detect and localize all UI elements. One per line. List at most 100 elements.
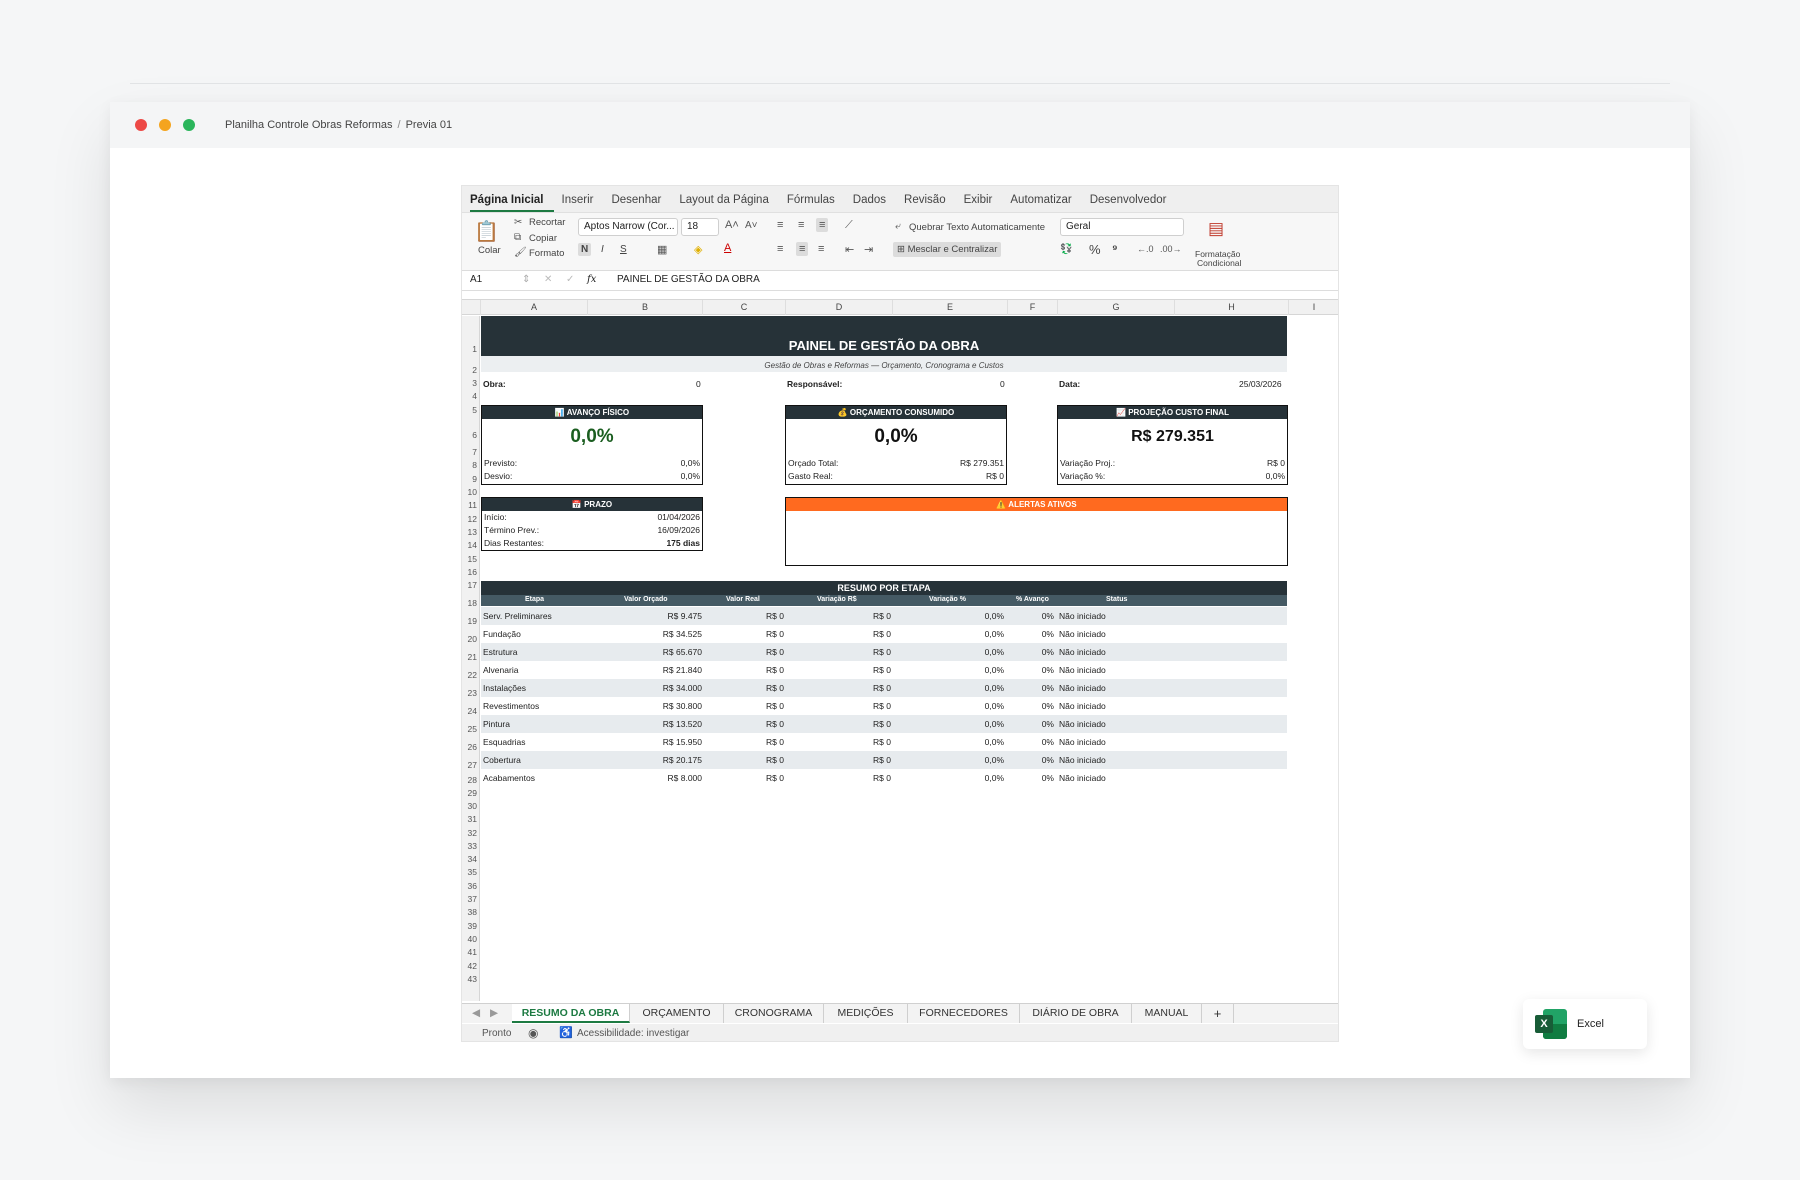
indent-icon[interactable]: ⇥	[864, 243, 873, 256]
row-header[interactable]: 13	[468, 527, 477, 537]
row-header[interactable]: 33	[468, 841, 477, 851]
copy-button[interactable]: Copiar	[529, 233, 557, 244]
alertas-ativos-card[interactable]: ⚠️ ALERTAS ATIVOS	[785, 497, 1288, 566]
currency-icon[interactable]: 💱	[1060, 244, 1072, 255]
confirm-entry-icon[interactable]: ✓	[566, 274, 574, 285]
decrease-decimal-icon[interactable]: .00→	[1160, 244, 1182, 254]
row-header[interactable]: 43	[468, 974, 477, 984]
row-header[interactable]: 29	[468, 788, 477, 798]
format-painter-button[interactable]: Formato	[529, 248, 564, 259]
brush-icon[interactable]: 🖌	[514, 247, 527, 258]
previous-sheet-icon[interactable]: ◀	[472, 1007, 480, 1019]
breadcrumb-item[interactable]: Previa 01	[406, 119, 452, 131]
data-label[interactable]: Data:	[1059, 379, 1080, 390]
tab-desenvolvedor[interactable]: Desenvolvedor	[1090, 194, 1177, 212]
copy-icon[interactable]: ⧉	[514, 232, 521, 243]
table-row[interactable]: Alvenaria R$ 21.840 R$ 0 R$ 0 0,0% 0% Nã…	[481, 661, 1287, 679]
align-center-icon[interactable]: ≡	[796, 242, 809, 256]
prazo-card[interactable]: 📅 PRAZO Início: 01/04/2026 Término Prev.:…	[481, 497, 703, 551]
tab-pagina-inicial[interactable]: Página Inicial	[470, 194, 554, 212]
col-variacao-rs[interactable]: Variação R$	[817, 596, 857, 603]
increase-decimal-icon[interactable]: ←.0	[1137, 244, 1154, 254]
outdent-icon[interactable]: ⇤	[845, 243, 854, 256]
sheet-tab-diario-de-obra[interactable]: DIÁRIO DE OBRA	[1020, 1004, 1132, 1023]
excel-app-chip[interactable]: X Excel	[1523, 999, 1647, 1049]
row-header[interactable]: 36	[468, 881, 477, 891]
row-header[interactable]: 5	[472, 405, 477, 415]
column-header[interactable]: D	[786, 300, 893, 315]
table-row[interactable]: Instalações R$ 34.000 R$ 0 R$ 0 0,0% 0% …	[481, 679, 1287, 697]
fill-color-icon[interactable]: ◈	[694, 243, 702, 256]
tab-inserir[interactable]: Inserir	[562, 194, 604, 212]
row-header[interactable]: 20	[468, 634, 477, 644]
row-header[interactable]: 34	[468, 854, 477, 864]
column-header[interactable]: F	[1008, 300, 1058, 315]
accessibility-status[interactable]: Acessibilidade: investigar	[577, 1028, 689, 1039]
row-header[interactable]: 30	[468, 801, 477, 811]
name-box[interactable]: A1	[470, 274, 482, 285]
orientation-icon[interactable]: ⟋	[845, 219, 853, 232]
cut-button[interactable]: Recortar	[529, 217, 565, 228]
font-size-select[interactable]: 18	[681, 218, 719, 236]
bold-button[interactable]: N	[578, 243, 592, 256]
row-header[interactable]: 31	[468, 814, 477, 824]
tab-desenhar[interactable]: Desenhar	[611, 194, 671, 212]
col-valor-real[interactable]: Valor Real	[726, 596, 760, 603]
sheet-tab-resumo-da-obra[interactable]: RESUMO DA OBRA	[512, 1004, 630, 1023]
column-header[interactable]: H	[1175, 300, 1289, 315]
projecao-custo-card[interactable]: 📈 PROJEÇÃO CUSTO FINAL R$ 279.351 Variaç…	[1057, 405, 1288, 485]
underline-button[interactable]: S	[620, 244, 627, 255]
wrap-text-button[interactable]: Quebrar Texto Automaticamente	[909, 222, 1045, 233]
tab-dados[interactable]: Dados	[853, 194, 896, 212]
row-header[interactable]: 39	[468, 921, 477, 931]
name-box-chevron-icon[interactable]: ⇕	[522, 274, 530, 285]
table-row[interactable]: Acabamentos R$ 8.000 R$ 0 R$ 0 0,0% 0% N…	[481, 769, 1287, 787]
col-etapa[interactable]: Etapa	[525, 596, 544, 603]
column-header[interactable]: B	[588, 300, 703, 315]
row-header[interactable]: 38	[468, 907, 477, 917]
row-header[interactable]: 18	[468, 598, 477, 608]
sheet-tab-manual[interactable]: MANUAL	[1132, 1004, 1202, 1023]
borders-icon[interactable]: ▦	[657, 243, 667, 256]
column-header[interactable]: I	[1289, 300, 1338, 315]
responsavel-value[interactable]: 0	[1000, 379, 1005, 390]
table-row[interactable]: Estrutura R$ 65.670 R$ 0 R$ 0 0,0% 0% Nã…	[481, 643, 1287, 661]
row-header[interactable]: 27	[468, 760, 477, 770]
font-color-icon[interactable]: A	[724, 242, 731, 254]
breadcrumb-item[interactable]: Planilha Controle Obras Reformas	[225, 119, 393, 131]
row-header[interactable]: 7	[472, 447, 477, 457]
minimize-window-button[interactable]	[159, 119, 171, 131]
row-header[interactable]: 10	[468, 487, 477, 497]
row-header[interactable]: 19	[468, 616, 477, 626]
row-header[interactable]: 24	[468, 706, 477, 716]
row-header[interactable]: 26	[468, 742, 477, 752]
table-row[interactable]: Fundação R$ 34.525 R$ 0 R$ 0 0,0% 0% Não…	[481, 625, 1287, 643]
dashboard-subtitle[interactable]: Gestão de Obras e Reformas — Orçamento, …	[481, 356, 1287, 372]
font-name-select[interactable]: Aptos Narrow (Cor...	[578, 218, 678, 236]
sheet-tab-orcamento[interactable]: ORÇAMENTO	[630, 1004, 724, 1023]
next-sheet-icon[interactable]: ▶	[490, 1007, 498, 1019]
col-valor-orcado[interactable]: Valor Orçado	[624, 596, 668, 603]
resumo-etapa-header[interactable]: RESUMO POR ETAPA	[481, 581, 1287, 595]
shrink-font-icon[interactable]: A˅	[745, 220, 758, 231]
column-header[interactable]: C	[703, 300, 786, 315]
align-bottom-icon[interactable]: ≡	[816, 218, 829, 232]
col-variacao-pct[interactable]: Variação %	[929, 596, 966, 603]
conditional-format-icon[interactable]: ▤	[1208, 219, 1224, 239]
scissors-icon[interactable]: ✂	[514, 217, 522, 228]
table-row[interactable]: Esquadrias R$ 15.950 R$ 0 R$ 0 0,0% 0% N…	[481, 733, 1287, 751]
percent-button[interactable]: %	[1089, 242, 1101, 257]
row-header[interactable]: 37	[468, 894, 477, 904]
responsavel-label[interactable]: Responsável:	[787, 379, 842, 390]
row-header[interactable]: 21	[468, 652, 477, 662]
data-value[interactable]: 25/03/2026	[1239, 379, 1282, 390]
avanco-fisico-card[interactable]: 📊 AVANÇO FÍSICO 0,0% Previsto: 0,0% Desvi…	[481, 405, 703, 485]
col-avanco[interactable]: % Avanço	[1016, 596, 1049, 603]
grow-font-icon[interactable]: A˄	[725, 219, 739, 231]
table-row[interactable]: Cobertura R$ 20.175 R$ 0 R$ 0 0,0% 0% Nã…	[481, 751, 1287, 769]
row-header[interactable]: 4	[472, 391, 477, 401]
insert-function-button[interactable]: fx	[587, 274, 596, 285]
orcamento-consumido-card[interactable]: 💰 ORÇAMENTO CONSUMIDO 0,0% Orçado Total:…	[785, 405, 1007, 485]
row-header[interactable]: 35	[468, 867, 477, 877]
table-row[interactable]: Serv. Preliminares R$ 9.475 R$ 0 R$ 0 0,…	[481, 607, 1287, 625]
